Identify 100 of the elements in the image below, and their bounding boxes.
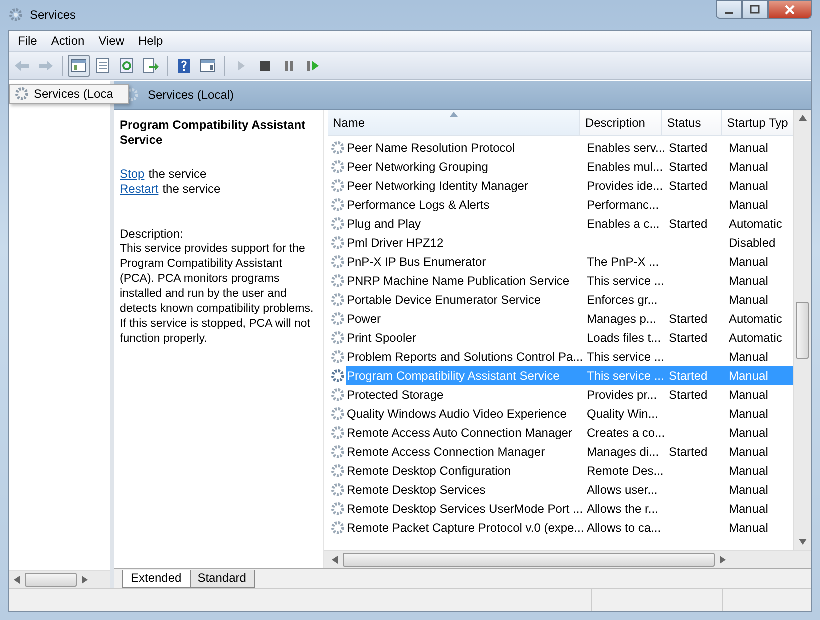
column-header[interactable]: Description <box>580 110 662 135</box>
service-row[interactable]: Remote Desktop Configuration Remote Des... Manual <box>346 461 793 480</box>
column-header[interactable]: Status <box>662 110 722 135</box>
table-cell-text: Manual <box>728 274 770 288</box>
close-icon <box>784 4 796 14</box>
service-row[interactable]: Plug and Play Enables a c... Started Automatic <box>346 214 793 233</box>
service-row[interactable]: Problem Reports and Solutions Control Pa... This service ... Manual <box>346 347 793 366</box>
pane-title: Services (Local) <box>148 88 234 102</box>
service-row[interactable]: Quality Windows Audio Video Experience Quality Win... Manual <box>346 404 793 423</box>
table-cell-text: Manual <box>728 178 770 192</box>
table-cell-text: Protected Storage <box>346 388 445 402</box>
menu-item[interactable]: Help <box>132 34 170 48</box>
service-row[interactable]: Pml Driver HPZ12 Disabled <box>346 233 793 252</box>
service-row[interactable]: PnP-X IP Bus Enumerator The PnP-X ... Manual <box>346 252 793 271</box>
table-cell-text: Manual <box>728 406 770 420</box>
table-cell-text: Problem Reports and Solutions Control Pa... <box>346 350 584 364</box>
table-cell-text: Manual <box>728 482 770 496</box>
horizontal-scrollbar[interactable] <box>324 550 811 568</box>
action-link[interactable]: Restart <box>120 182 159 197</box>
table-cell-text: Disabled <box>728 236 777 250</box>
service-row[interactable]: Peer Networking Identity Manager Provides ide... Started Manual <box>346 176 793 195</box>
table-cell-text: Manual <box>728 292 770 306</box>
service-row[interactable]: Power Manages p... Started Automatic <box>346 309 793 328</box>
table-cell-text: Manual <box>728 140 770 154</box>
service-row[interactable]: Remote Desktop Services UserMode Port ... Allows the r... Manual <box>346 499 793 518</box>
table-cell-text: Performance Logs & Alerts <box>346 198 491 212</box>
gear-icon <box>330 292 346 308</box>
menu-item[interactable]: View <box>92 34 132 48</box>
service-row[interactable]: Portable Device Enumerator Service Enforces gr... Manual <box>346 290 793 309</box>
table-cell-text: Remote Desktop Services <box>346 482 487 496</box>
service-row[interactable]: Print Spooler Loads files t... Started Automatic <box>346 328 793 347</box>
gear-icon <box>330 406 346 422</box>
table-cell: Provides pr... <box>587 388 658 402</box>
minimize-button[interactable] <box>716 0 742 19</box>
table-cell: Quality Win... <box>587 406 658 420</box>
gear-icon <box>330 500 346 516</box>
horizontal-scrollbar[interactable] <box>9 570 110 588</box>
gear-icon <box>330 462 346 478</box>
table-cell: Started <box>669 312 708 326</box>
table-cell: Enforces gr... <box>587 292 658 306</box>
left-arrow-icon[interactable] <box>14 576 20 584</box>
service-row[interactable]: Remote Desktop Services Allows user... Manual <box>346 480 793 499</box>
scroll-thumb[interactable] <box>796 302 809 358</box>
column-header[interactable]: Name <box>328 110 580 135</box>
gear-icon <box>330 444 346 460</box>
table-cell: Manages p... <box>587 312 656 326</box>
gear-icon <box>330 254 346 270</box>
service-row[interactable]: Remote Access Connection Manager Manages di... Started Manual <box>346 442 793 461</box>
table-cell-text: Manual <box>728 502 770 516</box>
description-text: This service provides support for the Program Compatibility Assistant (PCA). PCA monitors programs installed and run by the user and detects known compatibility problems. If this service is stopped, PCA will not function properly. <box>120 242 315 347</box>
table-cell-text: Automatic <box>728 216 784 230</box>
view-tab[interactable]: Standard <box>188 570 256 588</box>
table-cell-text: PnP-X IP Bus Enumerator <box>346 254 488 268</box>
table-cell-text: Power <box>346 312 382 326</box>
table-cell: Started <box>669 160 708 174</box>
vertical-scrollbar[interactable] <box>793 110 811 550</box>
tree-item[interactable]: Services (Loca <box>9 84 129 104</box>
action-text: the service <box>162 182 221 197</box>
scroll-thumb[interactable] <box>343 552 715 566</box>
gear-icon <box>330 330 346 346</box>
table-cell-text: Plug and Play <box>346 216 422 230</box>
service-row[interactable]: Remote Packet Capture Protocol v.0 (expe... Allows to ca... Manual <box>346 518 793 537</box>
close-button[interactable] <box>768 0 812 19</box>
maximize-button[interactable] <box>742 0 768 19</box>
action-link[interactable]: Stop <box>120 167 145 182</box>
table-cell: Loads files t... <box>587 330 662 344</box>
table-cell: Started <box>669 330 708 344</box>
menu-item[interactable]: File <box>11 34 44 48</box>
gear-icon <box>330 140 346 156</box>
table-cell-text: Manual <box>728 520 770 534</box>
table-cell-text: Program Compatibility Assistant Service <box>346 368 561 382</box>
table-cell-text: Remote Access Auto Connection Manager <box>346 426 574 440</box>
description-label: Description: <box>120 227 184 242</box>
table-cell: Allows to ca... <box>587 520 662 534</box>
service-row[interactable]: Performance Logs & Alerts Performanc... Manual <box>346 195 793 214</box>
view-tab[interactable]: Extended <box>122 570 191 588</box>
table-cell: This service ... <box>587 350 664 364</box>
table-cell: This service ... <box>587 274 664 288</box>
gear-icon <box>330 424 346 440</box>
gear-icon <box>330 386 346 402</box>
service-row[interactable]: Protected Storage Provides pr... Started Manual <box>346 385 793 404</box>
menu-item[interactable]: Action <box>44 34 92 48</box>
sort-arrow-icon <box>450 112 458 117</box>
service-row[interactable]: Remote Access Auto Connection Manager Creates a co... Manual <box>346 423 793 442</box>
right-arrow-icon[interactable] <box>720 556 726 564</box>
gear-icon <box>330 234 346 250</box>
table-cell-text: Manual <box>728 198 770 212</box>
down-arrow-icon[interactable] <box>798 539 806 545</box>
service-row[interactable]: Peer Networking Grouping Enables mul... Started Manual <box>346 157 793 176</box>
table-cell-text: Manual <box>728 444 770 458</box>
service-row[interactable]: Peer Name Resolution Protocol Enables serv... Started Manual <box>346 138 793 157</box>
service-row[interactable]: PNRP Machine Name Publication Service This service ... Manual <box>346 271 793 290</box>
left-arrow-icon[interactable] <box>332 556 338 564</box>
table-cell-text: Automatic <box>728 330 784 344</box>
up-arrow-icon[interactable] <box>798 115 806 121</box>
table-cell-text: Pml Driver HPZ12 <box>346 236 445 250</box>
scroll-thumb[interactable] <box>25 572 77 586</box>
table-cell: Manages di... <box>587 444 660 458</box>
right-arrow-icon[interactable] <box>82 576 88 584</box>
table-cell: Enables serv... <box>587 140 666 154</box>
